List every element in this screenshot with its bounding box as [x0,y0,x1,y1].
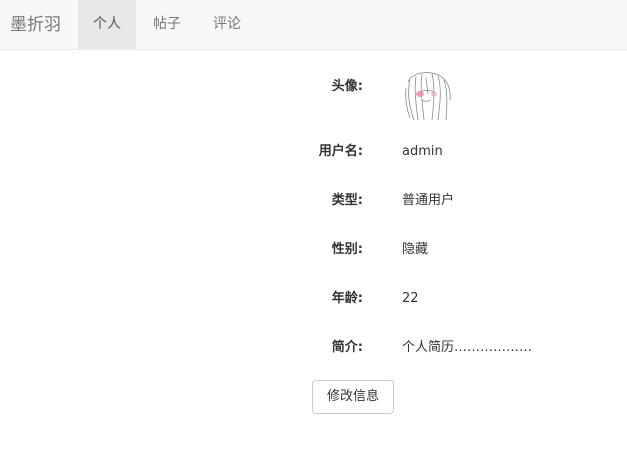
avatar-image [405,72,451,121]
brand-logo[interactable]: 墨折羽 [10,0,61,50]
tab-posts[interactable]: 帖子 [138,0,196,49]
tab-comments[interactable]: 评论 [198,0,256,49]
gender-value: 隐藏 [402,242,429,257]
username-value: admin [402,144,443,159]
avatar-label: 头像: [331,79,363,94]
type-value: 普通用户 [402,193,455,208]
bio-label: 简介: [331,340,363,355]
top-navbar: 墨折羽 个人 帖子 评论 [0,0,627,50]
type-label: 类型: [331,193,363,208]
edit-info-button[interactable]: 修改信息 [312,380,394,414]
bio-value: 个人简历……………… [402,340,533,355]
username-label: 用户名: [318,144,363,159]
age-label: 年龄: [331,291,363,306]
age-value: 22 [402,291,419,306]
gender-label: 性别: [331,242,363,257]
tab-personal[interactable]: 个人 [78,0,136,49]
avatar [402,70,453,121]
